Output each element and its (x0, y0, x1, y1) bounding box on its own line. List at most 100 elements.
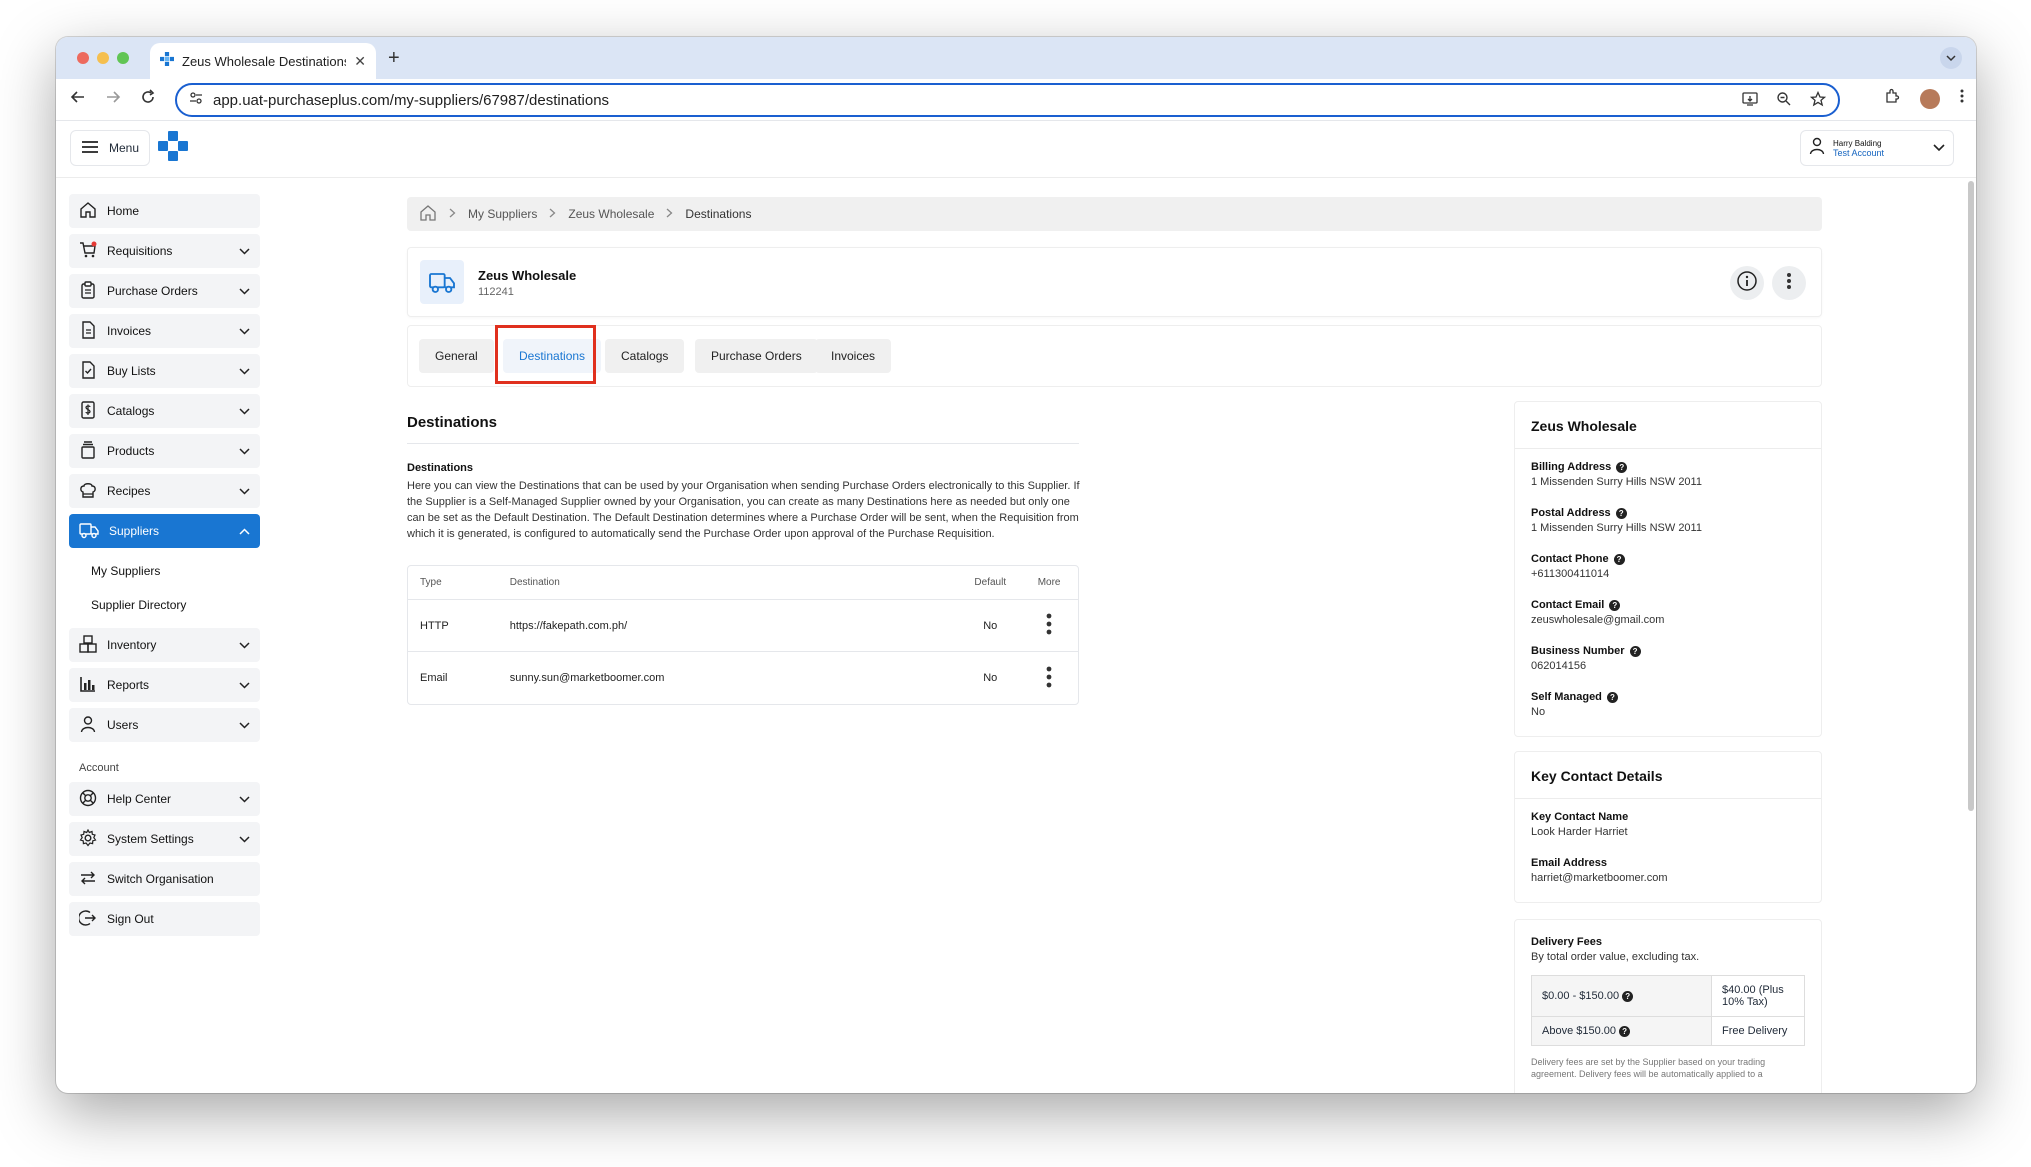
forward-arrow-icon[interactable] (105, 89, 121, 110)
help-icon[interactable]: ? (1606, 691, 1618, 703)
row-more-button[interactable] (1020, 613, 1078, 638)
table-row: $0.00 - $150.00 ? $40.00 (Plus 10% Tax) (1531, 975, 1805, 1017)
sidebar-item-recipes[interactable]: Recipes (69, 474, 260, 508)
boxes-icon (79, 634, 97, 656)
sidebar-item-switch-organisation[interactable]: Switch Organisation (69, 862, 260, 896)
sidebar-item-system-settings[interactable]: System Settings (69, 822, 260, 856)
field-value: 1 Missenden Surry Hills NSW 2011 (1531, 476, 1702, 488)
help-icon[interactable]: ? (1619, 1026, 1631, 1037)
truck-icon (420, 260, 464, 304)
fee-value: $40.00 (Plus 10% Tax) (1711, 975, 1805, 1017)
sidebar-item-buy-lists[interactable]: Buy Lists (69, 354, 260, 388)
sidebar-item-label: Help Center (107, 792, 172, 806)
help-icon[interactable]: ? (1616, 461, 1628, 473)
sidebar-item-products[interactable]: Products (69, 434, 260, 468)
chevron-down-icon (239, 678, 250, 692)
address-bar[interactable]: app.uat-purchaseplus.com/my-suppliers/67… (175, 83, 1840, 117)
sidebar-item-label: Reports (107, 678, 150, 692)
sidebar-item-home[interactable]: Home (69, 194, 260, 228)
chevron-up-icon (239, 524, 250, 538)
site-settings-icon[interactable] (189, 91, 203, 110)
checklist-icon (79, 360, 97, 382)
sidebar-item-catalogs[interactable]: Catalogs (69, 394, 260, 428)
help-icon[interactable]: ? (1622, 991, 1634, 1002)
maximize-window-button[interactable] (117, 52, 129, 64)
sidebar-item-users[interactable]: Users (69, 708, 260, 742)
breadcrumb-current: Destinations (685, 207, 752, 221)
sidebar-subitem-supplier-directory[interactable]: Supplier Directory (69, 588, 260, 622)
row-more-button[interactable] (1020, 666, 1078, 691)
app-logo[interactable] (158, 131, 188, 166)
tab-catalogs[interactable]: Catalogs (605, 339, 685, 373)
zoom-icon[interactable] (1776, 91, 1792, 112)
menu-button[interactable]: Menu (70, 130, 151, 166)
field-value: zeuswholesale@gmail.com (1531, 614, 1665, 626)
sidebar-item-reports[interactable]: Reports (69, 668, 260, 702)
sidebar-item-inventory[interactable]: Inventory (69, 628, 260, 662)
home-icon[interactable] (419, 204, 437, 225)
help-icon[interactable]: ? (1629, 645, 1641, 657)
close-window-button[interactable] (77, 52, 89, 64)
browser-menu-icon[interactable] (1960, 88, 1964, 109)
page-scrollbar[interactable] (1968, 181, 1974, 811)
sidebar-item-help-center[interactable]: Help Center (69, 782, 260, 816)
destinations-title: Destinations (407, 414, 498, 431)
tab-invoices[interactable]: Invoices (815, 339, 892, 373)
more-options-button[interactable] (1772, 266, 1806, 300)
column-header-type: Type (420, 577, 442, 588)
destinations-table: Type Destination Default More HTTP https… (407, 565, 1079, 705)
table-row[interactable]: HTTP https://fakepath.com.ph/ No (408, 600, 1078, 652)
tab-general[interactable]: General (419, 339, 494, 373)
profile-avatar[interactable] (1920, 88, 1940, 109)
kebab-menu-icon (1046, 666, 1052, 691)
install-app-icon[interactable] (1742, 91, 1758, 112)
table-row[interactable]: Email sunny.sun@marketboomer.com No (408, 652, 1078, 704)
sidebar-item-label: Catalogs (107, 404, 155, 418)
supplier-details-card: Zeus Wholesale Billing Address? 1 Missen… (1514, 401, 1822, 737)
chevron-right-icon (449, 207, 456, 221)
field-value: Look Harder Harriet (1531, 826, 1628, 838)
supplier-name: Zeus Wholesale (478, 268, 577, 283)
sidebar-item-suppliers[interactable]: Suppliers (69, 514, 260, 548)
table-header: Type Destination Default More (408, 566, 1078, 600)
sidebar-item-sign-out[interactable]: Sign Out (69, 902, 260, 936)
back-arrow-icon[interactable] (70, 89, 86, 110)
help-icon[interactable]: ? (1609, 599, 1621, 611)
help-icon[interactable]: ? (1613, 553, 1625, 565)
user-account-menu[interactable]: Harry Balding Test Account (1800, 130, 1954, 166)
field-label: Postal Address? (1531, 507, 1805, 519)
info-button[interactable] (1730, 266, 1764, 300)
sidebar-item-label: Recipes (107, 484, 151, 498)
dollar-doc-icon (79, 400, 97, 422)
tab-purchase-orders[interactable]: Purchase Orders (695, 339, 818, 373)
chevron-down-icon (239, 444, 250, 458)
chevron-down-icon (239, 404, 250, 418)
sidebar-subitem-my-suppliers[interactable]: My Suppliers (69, 554, 260, 588)
delivery-fees-subtitle: By total order value, excluding tax. (1531, 951, 1700, 963)
home-icon (79, 201, 97, 222)
chevron-down-icon (239, 484, 250, 498)
reload-icon[interactable] (140, 89, 156, 110)
supplier-tabs: General Destinations Catalogs Purchase O… (407, 325, 1822, 387)
extensions-icon[interactable] (1884, 88, 1900, 109)
field-label: Contact Email? (1531, 599, 1805, 611)
breadcrumb-supplier[interactable]: Zeus Wholesale (568, 207, 654, 221)
browser-window: Zeus Wholesale Destinations ✕ + app.uat-… (56, 37, 1976, 1093)
fee-range: Above $150.00 ? (1531, 1016, 1712, 1046)
breadcrumb: My Suppliers Zeus Wholesale Destinations (407, 197, 1822, 231)
sidebar-item-purchase-orders[interactable]: Purchase Orders (69, 274, 260, 308)
minimize-window-button[interactable] (97, 52, 109, 64)
sidebar-item-requisitions[interactable]: Requisitions (69, 234, 260, 268)
chevron-down-icon (239, 792, 250, 806)
breadcrumb-my-suppliers[interactable]: My Suppliers (468, 207, 537, 221)
sidebar-item-invoices[interactable]: Invoices (69, 314, 260, 348)
close-tab-icon[interactable]: ✕ (354, 53, 366, 70)
browser-tab[interactable]: Zeus Wholesale Destinations ✕ (150, 43, 376, 79)
help-icon[interactable]: ? (1615, 507, 1627, 519)
switch-arrows-icon (79, 869, 97, 890)
truck-icon (79, 521, 99, 542)
tab-search-button[interactable] (1940, 47, 1962, 69)
bookmark-star-icon[interactable] (1809, 90, 1827, 112)
new-tab-button[interactable]: + (388, 47, 400, 70)
chef-hat-icon (79, 481, 97, 502)
